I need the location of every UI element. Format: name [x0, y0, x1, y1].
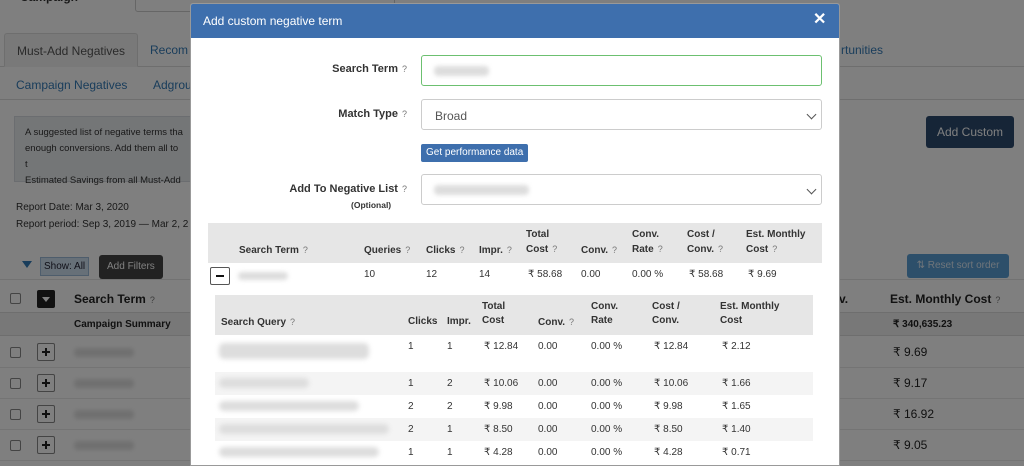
collapse-row-button[interactable] — [210, 267, 230, 285]
help-icon: ? — [401, 109, 407, 119]
match-type-label: Match Type? — [338, 108, 407, 120]
col-impr: Impr.? — [479, 245, 512, 256]
add-custom-negative-modal: Add custom negative term ✕ Search Term? … — [190, 3, 840, 466]
help-icon: ? — [401, 64, 407, 74]
impr-value: 2 — [447, 401, 453, 412]
table-row: 2 2 ₹ 9.98 0.00 0.00 % ₹ 9.98 ₹ 1.65 — [215, 395, 813, 418]
total-cost-value: ₹ 12.84 — [484, 341, 519, 352]
close-icon[interactable]: ✕ — [813, 12, 826, 28]
clicks-value: 1 — [408, 378, 414, 389]
total-cost-value: ₹ 8.50 — [484, 424, 513, 435]
total-cost-value: ₹ 4.28 — [484, 447, 513, 458]
clicks-value: 2 — [408, 424, 414, 435]
cost-conv-value: ₹ 4.28 — [654, 447, 683, 458]
est-monthly-value: ₹ 2.12 — [722, 341, 751, 352]
help-icon: ? — [401, 184, 407, 194]
clicks-value: 1 — [408, 341, 414, 352]
table-row: 1 1 ₹ 4.28 0.00 0.00 % ₹ 4.28 ₹ 0.71 — [215, 441, 813, 464]
redacted-term — [238, 272, 288, 280]
conv-value: 0.00 — [581, 269, 601, 280]
modal-title: Add custom negative term — [203, 14, 343, 28]
col-est-monthly-cost: Est. Monthly Cost? — [746, 229, 806, 255]
clicks-value: 12 — [426, 269, 438, 280]
est-monthly-value: ₹ 1.65 — [722, 401, 751, 412]
impr-value: 2 — [447, 378, 453, 389]
modal-header: Add custom negative term ✕ — [191, 4, 839, 38]
match-type-label-wrap: Match Type? — [191, 108, 407, 128]
total-cost-value: ₹ 10.06 — [484, 378, 519, 389]
col-est-monthly-cost: Est. Monthly Cost — [720, 301, 780, 326]
conv-value: 0.00 — [538, 341, 558, 352]
conv-rate-value: 0.00 % — [591, 378, 623, 389]
table-row: 1 1 ₹ 12.84 0.00 0.00 % ₹ 12.84 ₹ 2.12 — [215, 335, 813, 372]
search-term-label: Search Term? — [332, 63, 407, 75]
col-cost-conv: Cost / Conv.? — [687, 229, 724, 255]
total-cost-value: ₹ 58.68 — [528, 269, 563, 280]
table-row: 2 1 ₹ 8.50 0.00 0.00 % ₹ 8.50 ₹ 1.40 — [215, 418, 813, 441]
conv-value: 0.00 — [538, 378, 558, 389]
col-search-term: Search Term? — [239, 245, 308, 256]
redacted-query — [219, 378, 309, 388]
cost-conv-value: ₹ 9.98 — [654, 401, 683, 412]
col-conv-rate: Conv. Rate — [591, 301, 619, 326]
conv-rate-value: 0.00 % — [591, 447, 623, 458]
match-type-select[interactable]: Broad — [421, 99, 822, 130]
get-performance-data-button[interactable]: Get performance data — [421, 144, 529, 162]
redacted-query — [219, 401, 359, 411]
col-clicks: Clicks — [408, 316, 438, 327]
queries-value: 10 — [364, 269, 376, 280]
search-term-summary-row: 10 12 14 ₹ 58.68 0.00 0.00 % ₹ 58.68 ₹ 9… — [208, 263, 822, 289]
col-search-query: Search Query? — [221, 317, 296, 328]
search-term-input[interactable] — [421, 55, 822, 86]
col-total-cost: Total Cost — [482, 301, 506, 326]
col-impr: Impr. — [447, 316, 471, 327]
chevron-down-icon — [806, 184, 817, 195]
conv-rate-value: 0.00 % — [632, 269, 664, 280]
add-to-negative-list-label: Add To Negative List? — [289, 183, 407, 195]
clicks-value: 1 — [408, 447, 414, 458]
redacted-query — [219, 447, 379, 457]
col-conv: Conv.? — [538, 317, 575, 328]
negative-list-select[interactable] — [421, 174, 822, 205]
col-total-cost: Total Cost? — [526, 229, 558, 255]
conv-value: 0.00 — [538, 401, 558, 412]
cost-conv-value: ₹ 10.06 — [654, 378, 689, 389]
est-monthly-value: ₹ 1.40 — [722, 424, 751, 435]
cost-conv-value: ₹ 58.68 — [689, 269, 724, 280]
impr-value: 1 — [447, 341, 453, 352]
total-cost-value: ₹ 9.98 — [484, 401, 513, 412]
performance-table-header: Search Term? Queries? Clicks? Impr.? Tot… — [208, 223, 822, 263]
conv-value: 0.00 — [538, 424, 558, 435]
search-term-label-wrap: Search Term? — [191, 63, 407, 83]
impr-value: 1 — [447, 447, 453, 458]
col-conv-rate: Conv. Rate? — [632, 229, 663, 255]
search-query-table-header: Search Query? Clicks Impr. Total Cost Con… — [215, 295, 813, 335]
conv-value: 0.00 — [538, 447, 558, 458]
redacted-query — [219, 424, 389, 434]
redacted-query — [219, 343, 369, 359]
redacted-list-value — [434, 185, 529, 195]
col-queries: Queries? — [364, 245, 411, 256]
col-conv: Conv.? — [581, 245, 618, 256]
conv-rate-value: 0.00 % — [591, 424, 623, 435]
conv-rate-value: 0.00 % — [591, 401, 623, 412]
col-clicks: Clicks? — [426, 245, 465, 256]
est-monthly-value: ₹ 9.69 — [748, 269, 777, 280]
chevron-down-icon — [806, 109, 817, 120]
table-row: 1 2 ₹ 10.06 0.00 0.00 % ₹ 10.06 ₹ 1.66 — [215, 372, 813, 395]
impr-value: 14 — [479, 269, 491, 280]
redacted-input-value — [434, 66, 489, 76]
clicks-value: 2 — [408, 401, 414, 412]
conv-rate-value: 0.00 % — [591, 341, 623, 352]
est-monthly-value: ₹ 1.66 — [722, 378, 751, 389]
col-cost-conv: Cost / Conv. — [652, 301, 680, 326]
impr-value: 1 — [447, 424, 453, 435]
cost-conv-value: ₹ 12.84 — [654, 341, 689, 352]
cost-conv-value: ₹ 8.50 — [654, 424, 683, 435]
match-type-value: Broad — [435, 109, 468, 123]
est-monthly-value: ₹ 0.71 — [722, 447, 751, 458]
optional-label: (Optional) — [351, 200, 392, 210]
